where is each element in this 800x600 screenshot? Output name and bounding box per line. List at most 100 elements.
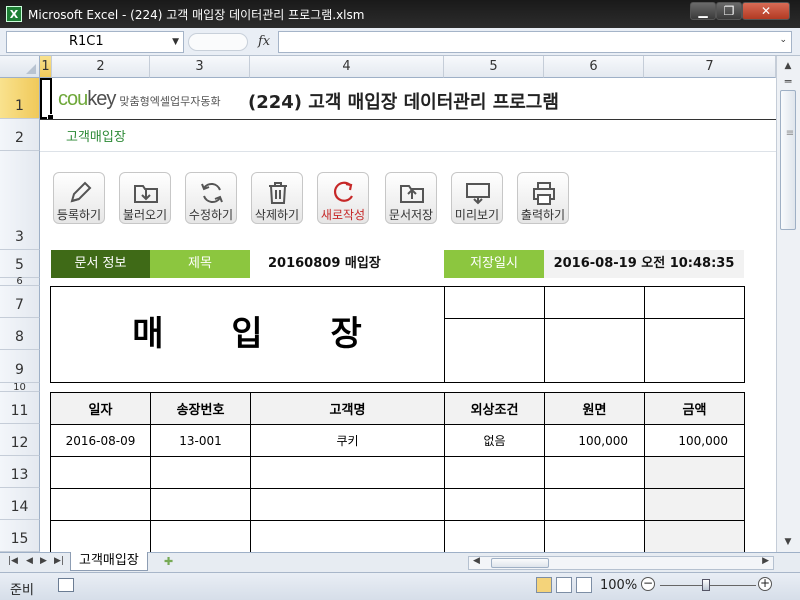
table-row[interactable] (50, 520, 745, 552)
row-header[interactable]: 3 (0, 151, 40, 250)
scroll-down-icon[interactable]: ▼ (780, 534, 796, 550)
cell-invoice[interactable] (150, 488, 251, 521)
page-break-view-icon[interactable] (576, 577, 592, 593)
cell-date[interactable] (50, 520, 151, 552)
print-label: 출력하기 (520, 208, 566, 222)
column-header[interactable]: 3 (150, 56, 250, 78)
row-header[interactable]: 2 (0, 119, 40, 151)
header-amount: 금액 (644, 392, 745, 425)
cell-credit-terms[interactable] (444, 488, 545, 521)
row-header[interactable]: 11 (0, 392, 40, 424)
column-header[interactable]: 5 (444, 56, 544, 78)
cell-base[interactable] (544, 456, 645, 489)
split-handle-icon[interactable]: ═ (780, 74, 796, 90)
cell-base[interactable]: 100,000 (544, 424, 645, 457)
page-layout-view-icon[interactable] (556, 577, 572, 593)
column-header[interactable]: 7 (644, 56, 776, 78)
cell-credit-terms[interactable] (444, 520, 545, 552)
vertical-scrollbar[interactable]: ▲ ═ ≡ ▼ (776, 56, 800, 552)
column-header[interactable]: 6 (544, 56, 644, 78)
new-icon (334, 181, 353, 202)
cell-date[interactable] (50, 488, 151, 521)
load-label: 불러오기 (122, 208, 168, 222)
name-box-value: R1C1 (69, 34, 104, 49)
monitor-icon (466, 183, 490, 205)
cell-base[interactable] (544, 488, 645, 521)
header-base: 원면 (544, 392, 645, 425)
minimize-button[interactable]: ▁ (690, 2, 716, 20)
scroll-up-icon[interactable]: ▲ (780, 58, 796, 74)
cell-customer[interactable] (250, 520, 445, 552)
divider (40, 151, 776, 152)
cell-invoice[interactable] (150, 456, 251, 489)
close-button[interactable]: ✕ (742, 2, 790, 20)
cell-amount[interactable] (644, 520, 745, 552)
table-row[interactable] (50, 456, 745, 489)
function-icon[interactable]: fx (258, 34, 270, 49)
row-header[interactable]: 8 (0, 318, 40, 350)
cell-customer[interactable] (250, 488, 445, 521)
row-header[interactable]: 10 (0, 382, 40, 393)
column-header[interactable]: 1 (40, 56, 52, 78)
grip-icon: ≡ (785, 128, 795, 139)
row-header[interactable]: 13 (0, 456, 40, 488)
prev-sheet-icon[interactable]: ◀ (26, 556, 33, 566)
row-header[interactable]: 12 (0, 424, 40, 456)
cell-amount[interactable]: 100,000 (644, 424, 745, 457)
title-value[interactable]: 20160809 매입장 (250, 250, 444, 278)
table-row[interactable]: 2016-08-09 13-001 쿠키 없음 100,000 100,000 (50, 424, 745, 457)
cell-credit-terms[interactable] (444, 456, 545, 489)
cell-customer[interactable]: 쿠키 (250, 424, 445, 457)
cell-date[interactable] (50, 456, 151, 489)
last-sheet-icon[interactable]: ▶| (54, 556, 64, 566)
pencil-icon (70, 181, 92, 203)
insert-sheet-icon[interactable]: ✚ (164, 555, 182, 569)
worksheet-grid[interactable]: 1 2 3 4 5 6 7 1 2 3 5 6 7 8 9 10 11 12 1… (0, 56, 776, 552)
cell-amount[interactable] (644, 488, 745, 521)
table-row[interactable] (50, 488, 745, 521)
formula-input[interactable]: ⌄ (278, 31, 792, 53)
expand-formula-icon[interactable]: ⌄ (779, 35, 787, 45)
zoom-out-icon[interactable]: − (641, 577, 655, 591)
scroll-left-icon[interactable]: ◀ (473, 556, 480, 566)
row-header[interactable]: 1 (0, 78, 40, 119)
macro-record-icon[interactable] (58, 578, 74, 592)
row-header[interactable]: 7 (0, 286, 40, 318)
normal-view-icon[interactable] (536, 577, 552, 593)
document-title: 매 입 장 (132, 314, 390, 354)
zoom-in-icon[interactable]: + (758, 577, 772, 591)
chevron-down-icon[interactable]: ▼ (172, 32, 179, 52)
row-header[interactable]: 6 (0, 276, 40, 287)
first-sheet-icon[interactable]: |◀ (8, 556, 18, 566)
cell-credit-terms[interactable]: 없음 (444, 424, 545, 457)
cell-customer[interactable] (250, 456, 445, 489)
box-divider (444, 286, 445, 383)
table-header-row: 일자 송장번호 고객명 외상조건 원면 금액 (50, 392, 745, 425)
active-cell[interactable] (40, 78, 54, 121)
scroll-right-icon[interactable]: ▶ (762, 556, 769, 566)
row-header[interactable]: 15 (0, 520, 40, 552)
scroll-thumb[interactable] (780, 90, 796, 230)
cell-invoice[interactable] (150, 520, 251, 552)
cell-date[interactable]: 2016-08-09 (50, 424, 151, 457)
row-header[interactable]: 5 (0, 250, 40, 278)
horizontal-scrollbar[interactable]: ◀ ▶ (468, 556, 774, 570)
zoom-level[interactable]: 100% (600, 578, 637, 593)
h-scroll-thumb[interactable] (491, 558, 549, 568)
next-sheet-icon[interactable]: ▶ (40, 556, 47, 566)
cell-amount[interactable] (644, 456, 745, 489)
zoom-slider-thumb[interactable] (702, 579, 710, 591)
cell-base[interactable] (544, 520, 645, 552)
sheet-tab[interactable]: 고객매입장 (70, 552, 148, 571)
column-header[interactable]: 4 (250, 56, 444, 78)
row-header[interactable]: 14 (0, 488, 40, 520)
excel-icon: X (6, 6, 22, 22)
restore-button[interactable]: ❐ (716, 2, 742, 20)
name-box[interactable]: R1C1 ▼ (6, 31, 184, 53)
cell-invoice[interactable]: 13-001 (150, 424, 251, 457)
select-all-corner[interactable] (0, 56, 40, 78)
doc-info-label: 문서 정보 (51, 250, 150, 278)
column-header[interactable]: 2 (52, 56, 150, 78)
folder-upload-icon (400, 185, 424, 203)
row-header[interactable]: 9 (0, 350, 40, 383)
